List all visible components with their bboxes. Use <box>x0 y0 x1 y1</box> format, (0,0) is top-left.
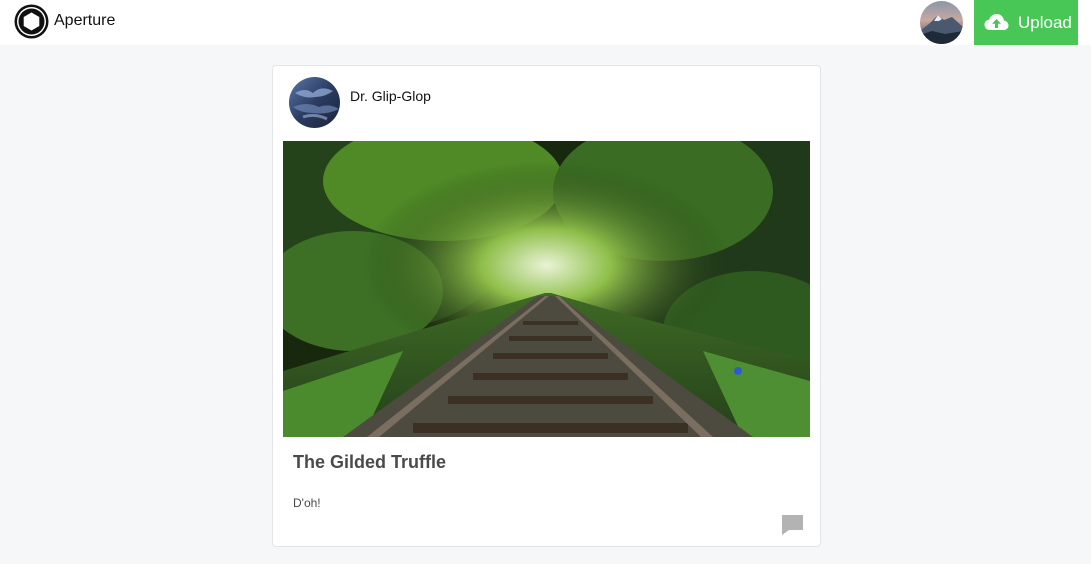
post-photo[interactable] <box>283 141 810 437</box>
post-card: Dr. Glip-Glop The Gilded Truffle D'oh! <box>272 65 821 547</box>
post-title: The Gilded Truffle <box>293 452 447 472</box>
brand-name[interactable]: Aperture <box>54 12 115 30</box>
cloud-upload-icon <box>984 13 1009 33</box>
top-navbar: Aperture Upload <box>0 0 1091 45</box>
user-avatar[interactable] <box>920 1 963 44</box>
upload-button[interactable]: Upload <box>974 0 1078 45</box>
author-avatar[interactable] <box>289 77 340 128</box>
post-caption: D'oh! <box>293 496 321 510</box>
upload-label: Upload <box>1018 12 1072 32</box>
aperture-logo-icon[interactable] <box>14 4 49 39</box>
comment-icon[interactable] <box>781 514 804 536</box>
author-name[interactable]: Dr. Glip-Glop <box>350 88 431 104</box>
